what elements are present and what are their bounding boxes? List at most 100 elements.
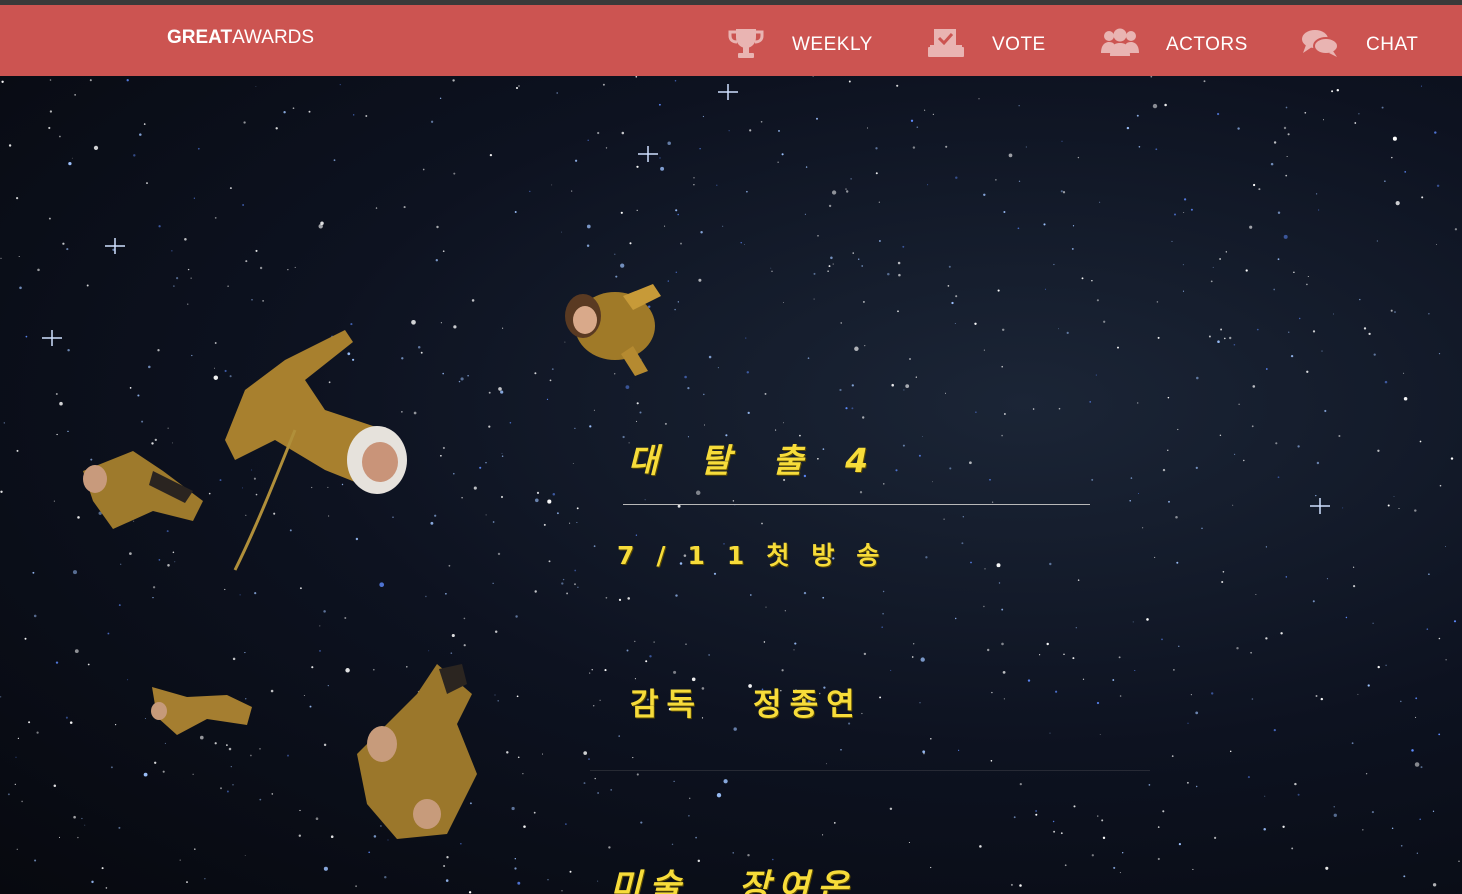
star	[659, 157, 661, 159]
star	[1136, 114, 1139, 117]
star	[1306, 370, 1309, 373]
star	[254, 592, 257, 595]
star	[1157, 336, 1160, 339]
star	[816, 117, 818, 120]
star	[15, 756, 17, 758]
star	[1113, 866, 1116, 869]
star	[549, 379, 552, 382]
star	[37, 268, 40, 272]
star	[995, 179, 997, 181]
star	[1025, 146, 1027, 148]
star	[891, 383, 894, 387]
star	[875, 147, 878, 150]
star	[1371, 811, 1374, 814]
star	[561, 231, 562, 233]
star	[353, 114, 355, 116]
star	[1130, 477, 1133, 479]
nav-item-vote[interactable]: VOTE	[926, 23, 1046, 63]
star	[7, 793, 10, 796]
star	[605, 596, 608, 599]
star	[229, 187, 232, 190]
star	[698, 278, 702, 282]
star	[1055, 690, 1058, 693]
star	[1129, 500, 1131, 502]
star	[1420, 766, 1423, 769]
star	[990, 760, 993, 762]
nav-item-actors[interactable]: ACTORS	[1100, 23, 1248, 63]
star	[16, 197, 19, 200]
star	[857, 258, 860, 260]
star	[461, 497, 463, 499]
star	[232, 784, 234, 786]
star	[1400, 844, 1403, 847]
star	[488, 425, 491, 428]
star	[986, 648, 990, 652]
star	[186, 881, 188, 884]
star	[1318, 209, 1320, 211]
star	[110, 766, 113, 769]
star	[467, 375, 469, 377]
star	[309, 705, 312, 708]
star	[593, 545, 596, 548]
star	[488, 391, 491, 394]
star	[1195, 711, 1199, 715]
star	[330, 835, 334, 838]
star	[924, 109, 926, 111]
star	[69, 721, 73, 724]
star	[232, 657, 236, 661]
nav-label-chat: CHAT	[1366, 34, 1419, 55]
star	[485, 461, 487, 464]
brand-logo[interactable]: GREATAWARDS	[167, 27, 314, 49]
star	[571, 190, 573, 192]
brand-bold-text: GREAT	[167, 27, 233, 48]
star	[126, 79, 129, 82]
star	[445, 879, 449, 882]
star	[1387, 504, 1390, 507]
star	[1251, 698, 1254, 700]
star	[620, 263, 625, 268]
nav-item-weekly[interactable]: WEEKLY	[726, 23, 873, 63]
star	[882, 612, 884, 615]
star	[1003, 210, 1006, 214]
star	[765, 606, 767, 608]
star	[916, 126, 919, 128]
star	[120, 563, 122, 565]
star	[1243, 459, 1245, 462]
star	[450, 652, 453, 654]
star	[1112, 679, 1115, 681]
star	[1043, 223, 1046, 226]
nav-label-actors: ACTORS	[1166, 34, 1248, 55]
star	[24, 637, 27, 640]
star	[101, 867, 104, 870]
star	[48, 217, 51, 220]
star	[805, 166, 808, 168]
star	[1167, 396, 1170, 399]
star	[1201, 527, 1203, 530]
star	[1073, 805, 1076, 808]
bright-star	[638, 146, 658, 162]
star	[255, 85, 257, 87]
star	[227, 285, 229, 287]
star	[1162, 468, 1166, 472]
star	[839, 388, 842, 392]
star	[494, 630, 498, 634]
star	[1216, 112, 1220, 116]
star	[903, 389, 905, 391]
credit-art: 미술 장여온	[610, 859, 856, 894]
nav-item-chat[interactable]: CHAT	[1300, 23, 1418, 63]
star	[463, 617, 466, 620]
star	[1134, 669, 1136, 672]
star	[344, 617, 347, 619]
star	[636, 209, 638, 212]
star	[674, 308, 676, 311]
star	[732, 852, 734, 854]
star	[1155, 148, 1158, 151]
star	[1035, 810, 1037, 812]
star	[492, 521, 495, 523]
star	[73, 815, 76, 819]
star	[1019, 884, 1022, 887]
astronaut-figure-5	[357, 664, 477, 839]
star	[1394, 311, 1396, 313]
star	[978, 98, 980, 100]
star	[693, 176, 695, 179]
